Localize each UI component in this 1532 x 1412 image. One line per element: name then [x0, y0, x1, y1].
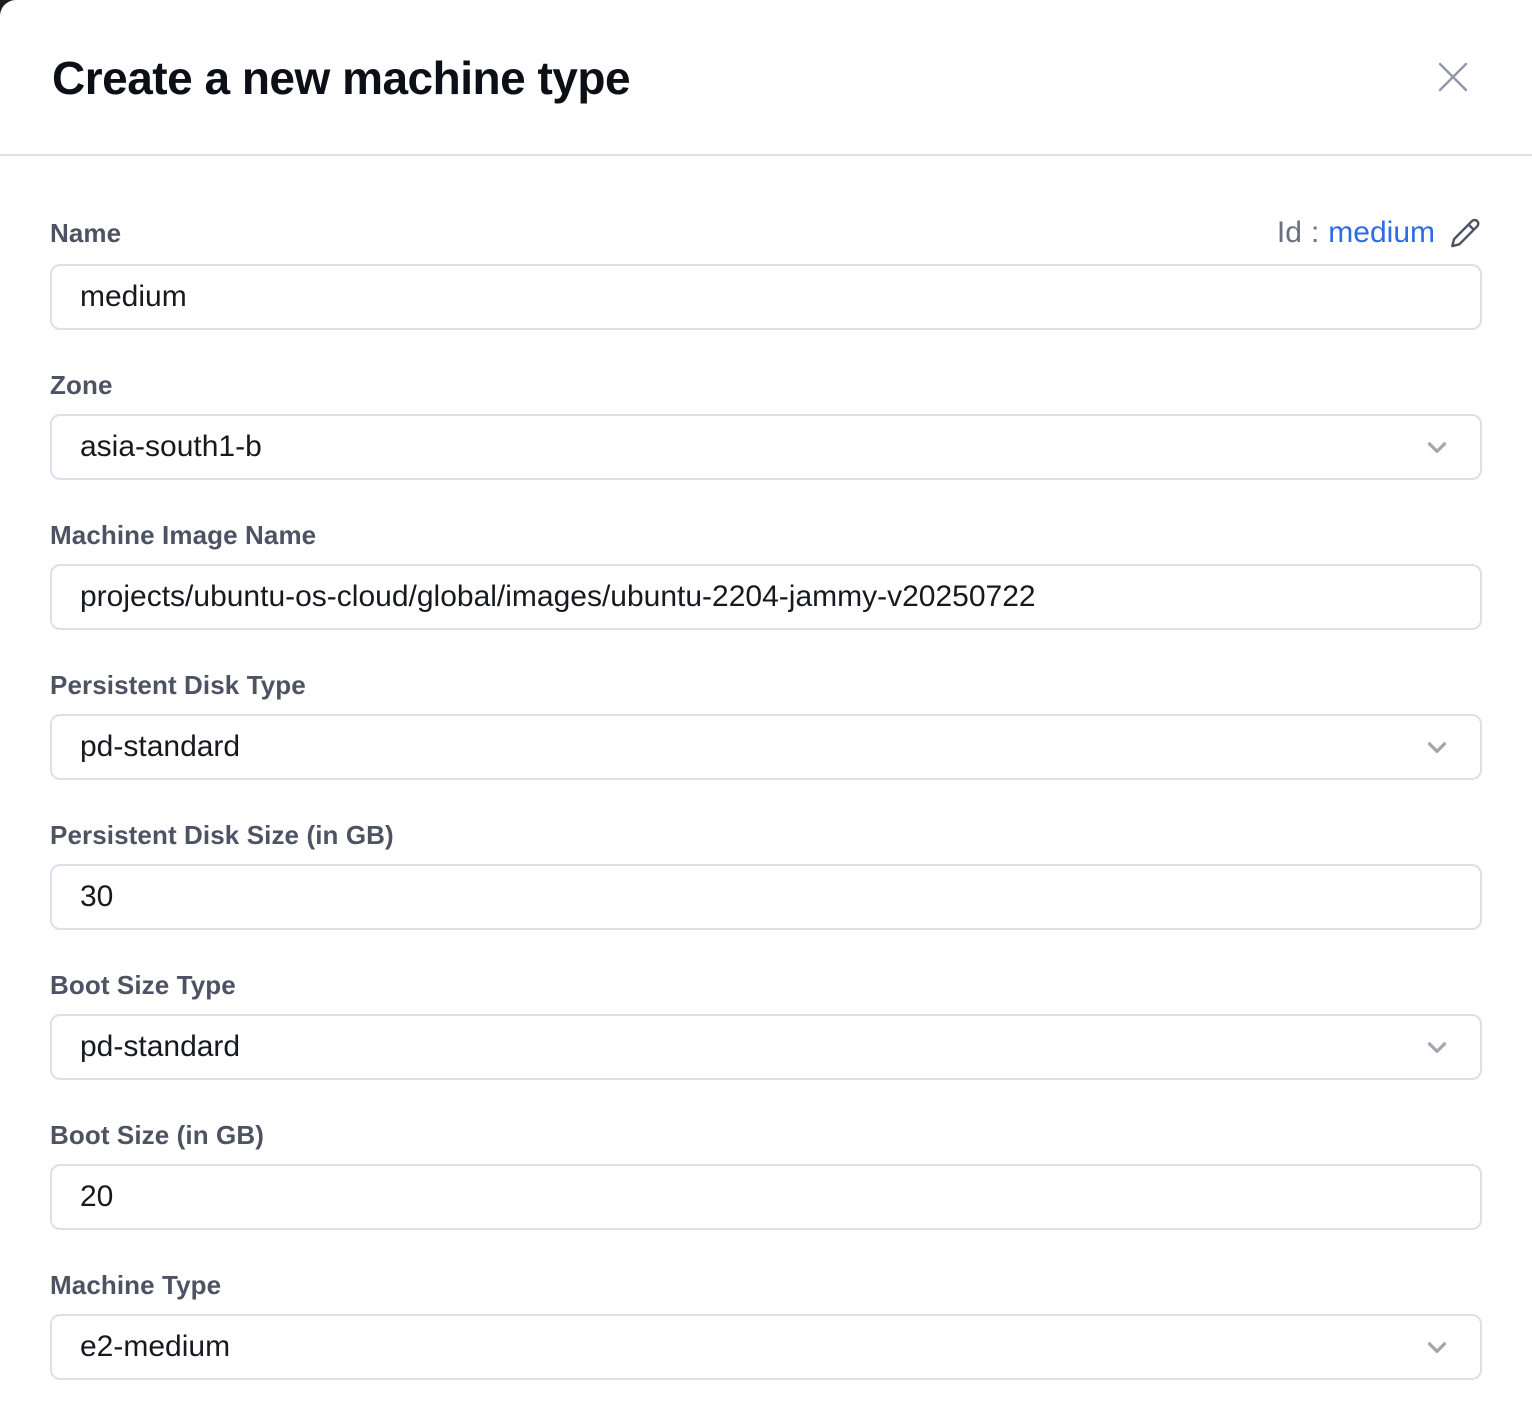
- name-input[interactable]: [52, 266, 1480, 328]
- create-machine-type-dialog: Create a new machine type Name Id : medi…: [0, 0, 1532, 1412]
- edit-icon[interactable]: [1448, 216, 1482, 250]
- persistent-disk-size-input-box[interactable]: [50, 864, 1482, 930]
- dialog-header: Create a new machine type: [0, 0, 1532, 156]
- field-label: Boot Size (in GB): [50, 1120, 264, 1150]
- machine-image-name-input-box[interactable]: [50, 564, 1482, 630]
- field-label: Zone: [50, 370, 113, 400]
- field-boot-size: Boot Size (in GB): [50, 1120, 1482, 1230]
- field-name: Name Id : medium: [50, 216, 1482, 330]
- dialog-title: Create a new machine type: [52, 49, 630, 105]
- persistent-disk-type-select[interactable]: [50, 714, 1482, 780]
- field-label: Name: [50, 218, 121, 248]
- field-label: Boot Size Type: [50, 970, 236, 1000]
- zone-select[interactable]: [50, 414, 1482, 480]
- machine-type-select[interactable]: [50, 1314, 1482, 1380]
- machine-id-display: Id : medium: [1277, 216, 1482, 250]
- id-separator: :: [1311, 216, 1319, 250]
- field-label: Machine Type: [50, 1270, 221, 1300]
- machine-image-name-input[interactable]: [52, 566, 1480, 628]
- field-boot-size-type: Boot Size Type: [50, 970, 1482, 1080]
- close-icon[interactable]: [1430, 54, 1476, 100]
- boot-size-type-select-value[interactable]: [52, 1016, 1480, 1078]
- persistent-disk-type-select-value[interactable]: [52, 716, 1480, 778]
- dialog-body: Name Id : medium Zo: [0, 156, 1532, 1380]
- fields-container: Zone Machine Image Name Persistent Disk …: [50, 370, 1482, 1380]
- boot-size-input[interactable]: [52, 1166, 1480, 1228]
- field-zone: Zone: [50, 370, 1482, 480]
- id-value-link[interactable]: medium: [1328, 216, 1435, 250]
- field-label: Machine Image Name: [50, 520, 316, 550]
- field-machine-image-name: Machine Image Name: [50, 520, 1482, 630]
- field-machine-type: Machine Type: [50, 1270, 1482, 1380]
- field-persistent-disk-type: Persistent Disk Type: [50, 670, 1482, 780]
- field-label: Persistent Disk Size (in GB): [50, 820, 394, 850]
- name-input-box[interactable]: [50, 264, 1482, 330]
- boot-size-type-select[interactable]: [50, 1014, 1482, 1080]
- boot-size-input-box[interactable]: [50, 1164, 1482, 1230]
- field-persistent-disk-size: Persistent Disk Size (in GB): [50, 820, 1482, 930]
- persistent-disk-size-input[interactable]: [52, 866, 1480, 928]
- machine-type-select-value[interactable]: [52, 1316, 1480, 1378]
- id-prefix: Id: [1277, 216, 1302, 250]
- field-label: Persistent Disk Type: [50, 670, 306, 700]
- zone-select-value[interactable]: [52, 416, 1480, 478]
